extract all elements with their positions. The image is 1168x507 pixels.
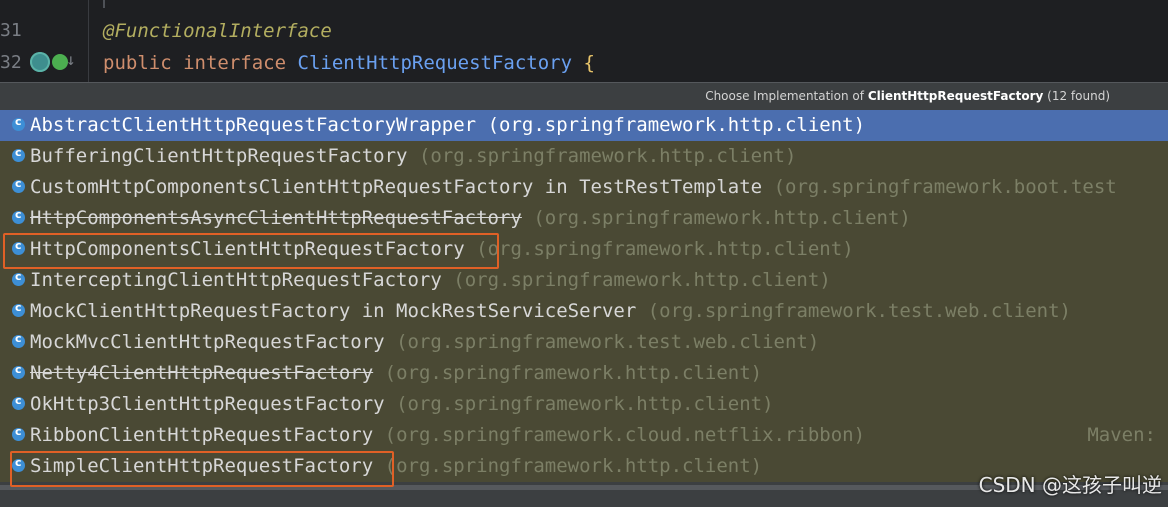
package-name: (org.springframework.http.client) [384, 455, 763, 477]
popup-header: Choose Implementation of ClientHttpReque… [0, 83, 1168, 110]
implementation-item[interactable]: Netty4ClientHttpRequestFactory (org.spri… [0, 358, 1168, 389]
class-icon [12, 363, 25, 379]
keyword: interface [183, 52, 287, 74]
doc-comment-bar [103, 0, 105, 8]
library-source: Maven: [1087, 424, 1156, 446]
title-count: (12 found) [1047, 89, 1110, 103]
package-name: (org.springframework.http.client) [396, 393, 774, 415]
implementation-label: InterceptingClientHttpRequestFactory (or… [30, 269, 831, 291]
implementation-label: HttpComponentsClientHttpRequestFactory (… [30, 238, 854, 260]
implementation-label: SimpleClientHttpRequestFactory (org.spri… [30, 455, 762, 477]
class-name: MockClientHttpRequestFactory [30, 300, 351, 322]
implementation-label: HttpComponentsAsyncClientHttpRequestFact… [30, 207, 911, 229]
package-name: (org.springframework.http.client) [453, 269, 831, 291]
code-editor[interactable]: 31 32 ↓ @FunctionalInterface public inte… [0, 0, 1168, 82]
class-icon [12, 239, 25, 255]
keyword: public [103, 52, 172, 74]
class-icon [12, 115, 25, 131]
implementation-label: RibbonClientHttpRequestFactory (org.spri… [30, 424, 865, 446]
class-icon [12, 332, 25, 348]
title-prefix: Choose Implementation of [705, 89, 864, 103]
class-icon [12, 177, 25, 193]
implementation-label: BufferingClientHttpRequestFactory (org.s… [30, 145, 796, 167]
choose-implementation-popup[interactable]: Choose Implementation of ClientHttpReque… [0, 82, 1168, 507]
implementation-item[interactable]: InterceptingClientHttpRequestFactory (or… [0, 265, 1168, 296]
package-name: (org.springframework.http.client) [418, 145, 797, 167]
line-number: 31 [0, 20, 22, 41]
implementation-item[interactable]: RibbonClientHttpRequestFactory (org.spri… [0, 420, 1168, 451]
package-name: (org.springframework.test.web.client) [396, 331, 820, 353]
class-icon [12, 456, 25, 472]
class-name: HttpComponentsClientHttpRequestFactory [30, 238, 465, 260]
implementation-label: Netty4ClientHttpRequestFactory (org.spri… [30, 362, 762, 384]
class-name: RibbonClientHttpRequestFactory [30, 424, 374, 446]
class-name: CustomHttpComponentsClientHttpRequestFac… [30, 176, 534, 198]
package-name: (org.springframework.boot.test [773, 176, 1117, 198]
line-number: 32 [0, 52, 22, 73]
class-icon [12, 208, 25, 224]
implementation-item[interactable]: AbstractClientHttpRequestFactoryWrapper … [0, 110, 1168, 141]
title-class: ClientHttpRequestFactory [867, 89, 1044, 103]
arrow-down-icon: ↓ [66, 50, 76, 69]
class-name: HttpComponentsAsyncClientHttpRequestFact… [30, 207, 522, 229]
implementation-item[interactable]: MockClientHttpRequestFactory in MockRest… [0, 296, 1168, 327]
implementation-list[interactable]: AbstractClientHttpRequestFactoryWrapper … [0, 110, 1168, 482]
popup-title: Choose Implementation of ClientHttpReque… [705, 89, 1110, 103]
editor-gutter: 31 32 ↓ [0, 0, 88, 82]
class-icon [12, 425, 25, 441]
class-name: BufferingClientHttpRequestFactory [30, 145, 408, 167]
enclosing-class: in MockRestServiceServer [350, 300, 637, 322]
implementation-item[interactable]: BufferingClientHttpRequestFactory (org.s… [0, 141, 1168, 172]
class-icon [12, 146, 25, 162]
implemented-icon[interactable] [30, 52, 50, 72]
class-name: OkHttp3ClientHttpRequestFactory [30, 393, 385, 415]
brace: { [583, 52, 595, 74]
interface-declaration-line: public interface ClientHttpRequestFactor… [103, 52, 595, 74]
watermark: CSDN @这孩子叫逆 [978, 473, 1162, 497]
package-name: (org.springframework.http.client) [533, 207, 911, 229]
implementation-item[interactable]: HttpComponentsClientHttpRequestFactory (… [0, 234, 1168, 265]
package-name: (org.springframework.http.client) [487, 114, 866, 136]
class-name: InterceptingClientHttpRequestFactory [30, 269, 442, 291]
annotation-line: @FunctionalInterface [103, 20, 332, 42]
class-name: ClientHttpRequestFactory [297, 52, 573, 74]
class-name: Netty4ClientHttpRequestFactory [30, 362, 374, 384]
package-name: (org.springframework.cloud.netflix.ribbo… [384, 424, 866, 446]
class-name: MockMvcClientHttpRequestFactory [30, 331, 385, 353]
gutter-divider [88, 0, 89, 82]
implementation-label: MockClientHttpRequestFactory in MockRest… [30, 300, 1071, 322]
implementation-label: OkHttp3ClientHttpRequestFactory (org.spr… [30, 393, 774, 415]
class-name: AbstractClientHttpRequestFactoryWrapper [30, 114, 477, 136]
class-name: SimpleClientHttpRequestFactory [30, 455, 374, 477]
class-icon [12, 270, 25, 286]
enclosing-class: in TestRestTemplate [533, 176, 763, 198]
class-icon [12, 394, 25, 410]
implementation-item[interactable]: HttpComponentsAsyncClientHttpRequestFact… [0, 203, 1168, 234]
implementation-item[interactable]: MockMvcClientHttpRequestFactory (org.spr… [0, 327, 1168, 358]
implementation-item[interactable]: CustomHttpComponentsClientHttpRequestFac… [0, 172, 1168, 203]
package-name: (org.springframework.http.client) [384, 362, 763, 384]
class-icon [12, 301, 25, 317]
package-name: (org.springframework.http.client) [476, 238, 854, 260]
implementation-label: CustomHttpComponentsClientHttpRequestFac… [30, 176, 1117, 198]
implementation-label: MockMvcClientHttpRequestFactory (org.spr… [30, 331, 819, 353]
implementation-label: AbstractClientHttpRequestFactoryWrapper … [30, 114, 865, 136]
package-name: (org.springframework.test.web.client) [647, 300, 1071, 322]
implementation-item[interactable]: OkHttp3ClientHttpRequestFactory (org.spr… [0, 389, 1168, 420]
